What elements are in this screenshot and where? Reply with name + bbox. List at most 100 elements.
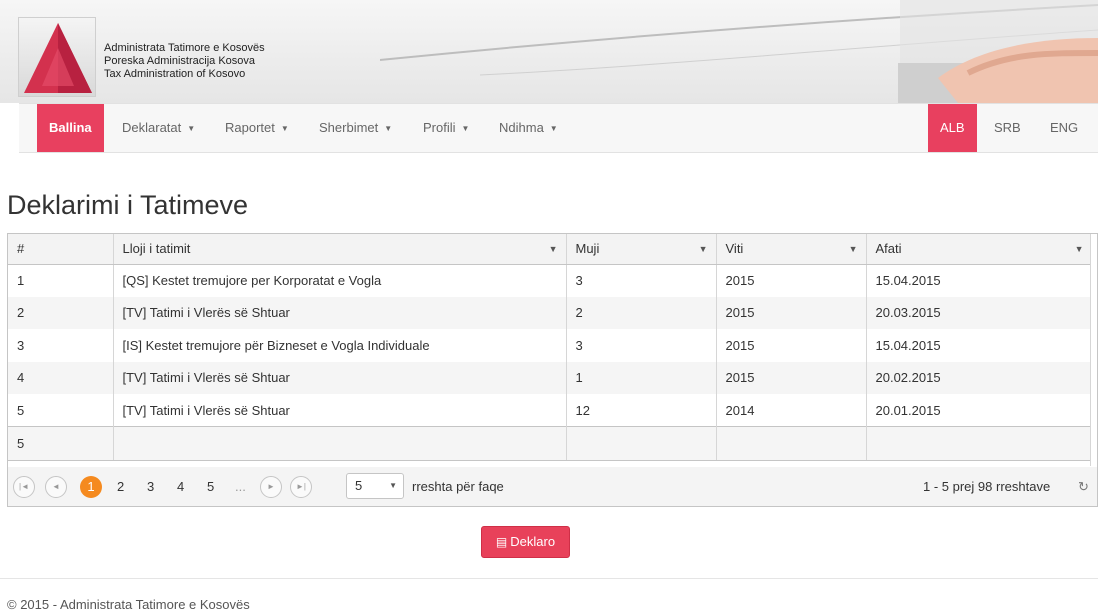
cell-tax-type: [TV] Tatimi i Vlerës së Shtuar	[113, 361, 567, 394]
nav-label: Deklaratat	[122, 120, 182, 135]
org-line-eng: Tax Administration of Kosovo	[104, 68, 246, 80]
column-header-number[interactable]: #	[8, 234, 114, 265]
tax-declarations-grid: # Lloji i tatimit ▼ Muji ▼ Viti ▼ Afati ▼ 1 …	[7, 233, 1098, 507]
column-label: Lloji i tatimit	[122, 241, 191, 257]
grid-footer-row: 5	[8, 426, 1093, 461]
next-page-icon[interactable]: ►	[260, 476, 282, 498]
logo[interactable]	[18, 17, 96, 97]
table-row[interactable]: 4 [TV] Tatimi i Vlerës së Shtuar 1 2015 …	[8, 361, 1093, 394]
hand-keyboard-image	[898, 38, 1098, 103]
column-label: Viti	[725, 241, 744, 257]
footer-copyright: © 2015 - Administrata Tatimore e Kosovës	[7, 597, 250, 612]
language-label: ENG	[1050, 120, 1079, 135]
triangle-logo-icon	[24, 23, 92, 93]
page-link[interactable]: 5	[207, 476, 214, 498]
cell-month: 3	[566, 264, 717, 297]
page-ellipsis[interactable]: ...	[235, 476, 246, 498]
pager: |◄ ◄ 1 2 3 4 5 ... ► ►| 5 ▼ rreshta për …	[8, 467, 1097, 506]
filter-icon[interactable]: ▼	[849, 244, 858, 254]
main-navigation: Ballina Deklaratat ▼ Raportet ▼ Sherbimet ▼…	[19, 103, 1098, 153]
table-row[interactable]: 5 [TV] Tatimi i Vlerës së Shtuar 12 2014…	[8, 394, 1093, 427]
cell-number: 2	[8, 296, 114, 329]
grid-table: # Lloji i tatimit ▼ Muji ▼ Viti ▼ Afati ▼ 1 …	[8, 234, 1093, 461]
pager-info: 1 - 5 prej 98 rreshtave	[923, 479, 1051, 494]
nav-item-deklaratat[interactable]: Deklaratat ▼	[122, 104, 195, 152]
organization-name: Administrata Tatimore e Kosovës Poreska …	[104, 42, 265, 81]
language-label: ALB	[940, 120, 965, 135]
filter-icon[interactable]: ▼	[699, 244, 708, 254]
list-icon: ▤	[495, 535, 508, 549]
chevron-down-icon: ▼	[389, 481, 397, 490]
cell-number: 3	[8, 329, 114, 362]
cell-tax-type: [IS] Kestet tremujore për Bizneset e Vog…	[113, 329, 567, 362]
header-banner: Administrata Tatimore e Kosovës Poreska …	[0, 0, 1098, 103]
page-current[interactable]: 1	[80, 476, 102, 498]
page-size-label: rreshta për faqe	[412, 479, 504, 494]
cell-year: 2015	[716, 264, 867, 297]
nav-item-raportet[interactable]: Raportet ▼	[225, 104, 289, 152]
footer-cell	[716, 426, 867, 461]
previous-page-icon[interactable]: ◄	[45, 476, 67, 498]
caret-down-icon: ▼	[461, 123, 470, 133]
column-label: #	[17, 241, 25, 257]
cell-deadline: 20.03.2015	[866, 296, 1093, 329]
grid-header-row: # Lloji i tatimit ▼ Muji ▼ Viti ▼ Afati ▼	[8, 234, 1093, 265]
table-row[interactable]: 3 [IS] Kestet tremujore për Bizneset e V…	[8, 329, 1093, 362]
refresh-icon[interactable]: ↻	[1078, 476, 1089, 498]
nav-label: Profili	[423, 120, 456, 135]
nav-item-profili[interactable]: Profili ▼	[423, 104, 469, 152]
language-eng[interactable]: ENG	[1050, 104, 1078, 152]
page-link[interactable]: 3	[147, 476, 154, 498]
nav-item-ndihma[interactable]: Ndihma ▼	[499, 104, 558, 152]
caret-down-icon: ▼	[384, 123, 393, 133]
button-label: Deklaro	[510, 534, 556, 549]
column-header-month[interactable]: Muji ▼	[566, 234, 717, 265]
filter-icon[interactable]: ▼	[549, 244, 558, 254]
first-page-icon[interactable]: |◄	[13, 476, 35, 498]
nav-item-sherbimet[interactable]: Sherbimet ▼	[319, 104, 392, 152]
nav-label: Sherbimet	[319, 120, 379, 135]
language-alb[interactable]: ALB	[928, 104, 977, 152]
column-header-deadline[interactable]: Afati ▼	[866, 234, 1093, 265]
page-size-value: 5	[355, 478, 363, 493]
cell-month: 3	[566, 329, 717, 362]
table-row[interactable]: 1 [QS] Kestet tremujore per Korporatat e…	[8, 264, 1093, 297]
cell-year: 2015	[716, 361, 867, 394]
cell-year: 2015	[716, 296, 867, 329]
page-link[interactable]: 2	[117, 476, 124, 498]
cell-year: 2015	[716, 329, 867, 362]
cell-number: 5	[8, 394, 114, 427]
cell-tax-type: [TV] Tatimi i Vlerës së Shtuar	[113, 394, 567, 427]
org-line-alb: Administrata Tatimore e Kosovës	[104, 42, 265, 54]
caret-down-icon: ▼	[187, 123, 196, 133]
column-header-year[interactable]: Viti ▼	[716, 234, 867, 265]
page-size-select[interactable]: 5 ▼	[346, 473, 404, 499]
nav-label: Raportet	[225, 120, 275, 135]
vertical-scrollbar[interactable]	[1090, 234, 1097, 466]
cell-month: 12	[566, 394, 717, 427]
language-srb[interactable]: SRB	[994, 104, 1021, 152]
cell-year: 2014	[716, 394, 867, 427]
table-row[interactable]: 2 [TV] Tatimi i Vlerës së Shtuar 2 2015 …	[8, 296, 1093, 329]
footer-count: 5	[8, 426, 114, 461]
last-page-icon[interactable]: ►|	[290, 476, 312, 498]
page-link[interactable]: 4	[177, 476, 184, 498]
cell-month: 2	[566, 296, 717, 329]
caret-down-icon: ▼	[280, 123, 289, 133]
cell-deadline: 15.04.2015	[866, 264, 1093, 297]
column-header-tax-type[interactable]: Lloji i tatimit ▼	[113, 234, 567, 265]
org-line-srb: Poreska Administracija Kosova	[104, 55, 256, 67]
footer-cell	[866, 426, 1093, 461]
page-title: Deklarimi i Tatimeve	[7, 190, 249, 220]
deklaro-button[interactable]: ▤ Deklaro	[481, 526, 570, 558]
nav-label: Ndihma	[499, 120, 544, 135]
filter-icon[interactable]: ▼	[1075, 244, 1084, 254]
footer-cell	[113, 426, 567, 461]
nav-item-ballina[interactable]: Ballina	[37, 104, 104, 152]
caret-down-icon: ▼	[549, 123, 558, 133]
footer-cell	[566, 426, 717, 461]
divider	[0, 578, 1098, 579]
cell-deadline: 20.02.2015	[866, 361, 1093, 394]
cell-deadline: 20.01.2015	[866, 394, 1093, 427]
cell-number: 4	[8, 361, 114, 394]
